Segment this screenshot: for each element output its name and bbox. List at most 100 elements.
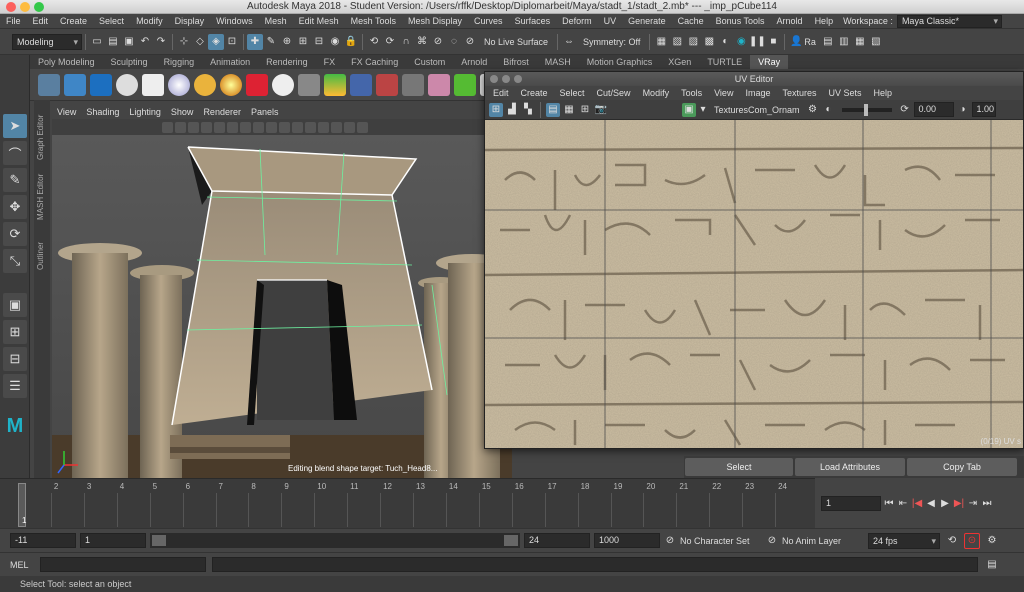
tool-settings-icon[interactable]: ▧ (868, 34, 884, 50)
more-snap-icon[interactable]: ◌ (446, 34, 462, 50)
vray-icon[interactable]: ◉ (733, 34, 749, 50)
anim-layer-label[interactable]: No Anim Layer (782, 536, 864, 546)
uv-menu-cut-sew[interactable]: Cut/Sew (591, 86, 637, 100)
single-pane-icon[interactable]: ▣ (3, 293, 27, 317)
uv-minimize-button[interactable] (502, 75, 510, 83)
shelf-tab-motion-graphics[interactable]: Motion Graphics (579, 55, 661, 69)
command-input[interactable] (40, 557, 206, 572)
graph-editor-tab[interactable]: Graph Editor (34, 100, 47, 164)
ipr-render-icon[interactable]: ▨ (685, 34, 701, 50)
vray-sun-icon[interactable] (272, 73, 294, 96)
snap-together-icon[interactable]: ⌘ (414, 34, 430, 50)
shelf-tab-turtle[interactable]: TURTLE (699, 55, 750, 69)
stop-icon[interactable]: ■ (765, 34, 781, 50)
copy-tab-button[interactable]: Copy Tab (907, 458, 1017, 476)
close-window-button[interactable] (6, 2, 16, 12)
loop-icon[interactable]: ⟲ (944, 533, 960, 549)
step-back-icon[interactable]: |◀ (911, 495, 923, 511)
snap-curve-icon[interactable]: ✎ (263, 34, 279, 50)
menu-deform[interactable]: Deform (556, 14, 598, 29)
color-management-icon[interactable] (357, 121, 368, 133)
symmetry-icon[interactable]: ⇔ (561, 34, 577, 50)
uv-menu-create[interactable]: Create (515, 86, 554, 100)
uv-menu-tools[interactable]: Tools (675, 86, 708, 100)
menu-mesh[interactable]: Mesh (259, 14, 293, 29)
step-forward-key-icon[interactable]: ⇥ (967, 495, 979, 511)
paint-select-tool-icon[interactable]: ✎ (3, 168, 27, 192)
animation-end-field[interactable]: 1000 (594, 533, 660, 548)
uv-menu-help[interactable]: Help (868, 86, 899, 100)
side-by-side-icon[interactable]: ⊟ (3, 347, 27, 371)
time-slider[interactable]: 123456789101112131415161718192021222324 … (0, 478, 815, 528)
render-view-icon[interactable]: ▦ (653, 34, 669, 50)
undo-icon[interactable]: ↶ (137, 34, 153, 50)
anim-prefs-icon[interactable]: ⚙ (984, 533, 1000, 549)
history-icon[interactable]: ⟲ (366, 34, 382, 50)
select-button[interactable]: Select (685, 458, 793, 476)
smooth-shade-icon[interactable] (188, 121, 199, 133)
vray-scene-icon[interactable] (428, 73, 450, 96)
viewport-menu-view[interactable]: View (52, 105, 81, 119)
animation-start-field[interactable]: -11 (10, 533, 76, 548)
anti-alias-icon[interactable] (253, 121, 264, 133)
hypershade-icon[interactable]: ◐ (717, 34, 733, 50)
hud-icon[interactable] (344, 121, 355, 133)
select-component-icon[interactable]: ◈ (208, 33, 224, 50)
shadows-icon[interactable] (227, 121, 238, 133)
uv-close-button[interactable] (490, 75, 498, 83)
redo-icon[interactable]: ↷ (153, 34, 169, 50)
shelf-tab-fx-caching[interactable]: FX Caching (343, 55, 406, 69)
shelf-tab-sculpting[interactable]: Sculpting (103, 55, 156, 69)
uv-checker-icon[interactable]: ▚ (521, 103, 535, 117)
select-hierarchy-icon[interactable]: ⊹ (176, 34, 192, 50)
film-gate-icon[interactable] (318, 121, 329, 133)
uv-grid-icon[interactable]: ⊞ (489, 102, 503, 117)
range-bar[interactable] (150, 533, 520, 548)
menu-generate[interactable]: Generate (622, 14, 672, 29)
user-icon[interactable]: 👤 (788, 34, 804, 50)
wireframe-icon[interactable] (175, 121, 186, 133)
range-handle-right[interactable] (504, 535, 518, 546)
load-attributes-button[interactable]: Load Attributes (795, 458, 905, 476)
shelf-tab-mash[interactable]: MASH (537, 55, 579, 69)
playback-start-field[interactable]: 1 (80, 533, 146, 548)
menu-modify[interactable]: Modify (130, 14, 169, 29)
snap-surface-icon[interactable]: ⊟ (311, 34, 327, 50)
range-handle-left[interactable] (152, 535, 166, 546)
uv-menu-textures[interactable]: Textures (776, 86, 822, 100)
vray-fur-icon[interactable] (324, 73, 346, 96)
menu-curves[interactable]: Curves (468, 14, 509, 29)
construction-icon[interactable]: ⟳ (382, 34, 398, 50)
character-set-label[interactable]: No Character Set (680, 536, 762, 546)
play-backwards-icon[interactable]: ◀ (925, 495, 937, 511)
menu-create[interactable]: Create (54, 14, 93, 29)
scale-tool-icon[interactable]: ⤡ (3, 249, 27, 273)
snap-grid-icon[interactable]: ✚ (247, 33, 263, 50)
uv-menu-edit[interactable]: Edit (487, 86, 515, 100)
slider-handle[interactable] (863, 103, 868, 116)
uv-image-menu-icon[interactable]: ▾ (698, 103, 708, 117)
move-tool-icon[interactable]: ✥ (3, 195, 27, 219)
lasso-icon[interactable]: ⊡ (224, 34, 240, 50)
uv-value-b[interactable]: 1.00 (971, 102, 996, 117)
viewport-menu-shading[interactable]: Shading (81, 105, 124, 119)
sidebar-toggle-icon[interactable]: ▤ (820, 34, 836, 50)
uv-menu-view[interactable]: View (708, 86, 739, 100)
anim-layer-icon[interactable]: ⊘ (766, 533, 778, 549)
script-editor-icon[interactable]: ▤ (984, 557, 1000, 573)
uv-display-icon[interactable]: ▤ (546, 102, 560, 117)
menu-cache[interactable]: Cache (672, 14, 710, 29)
menu-mesh-tools[interactable]: Mesh Tools (345, 14, 402, 29)
ambient-occlusion-icon[interactable] (240, 121, 251, 133)
render-settings-icon[interactable]: ▩ (701, 34, 717, 50)
shelf-tab-rigging[interactable]: Rigging (156, 55, 203, 69)
viewport-menu-show[interactable]: Show (166, 105, 199, 119)
uv-image-icon[interactable]: ▣ (682, 102, 696, 117)
vray-logo-icon[interactable] (116, 73, 138, 96)
rotate-tool-icon[interactable]: ⟳ (3, 222, 27, 246)
lights-icon[interactable] (214, 121, 225, 133)
new-scene-icon[interactable]: ▭ (89, 34, 105, 50)
menu-uv[interactable]: UV (598, 14, 623, 29)
menu-windows[interactable]: Windows (210, 14, 259, 29)
shelf-tab-poly-modeling[interactable]: Poly Modeling (30, 55, 103, 69)
